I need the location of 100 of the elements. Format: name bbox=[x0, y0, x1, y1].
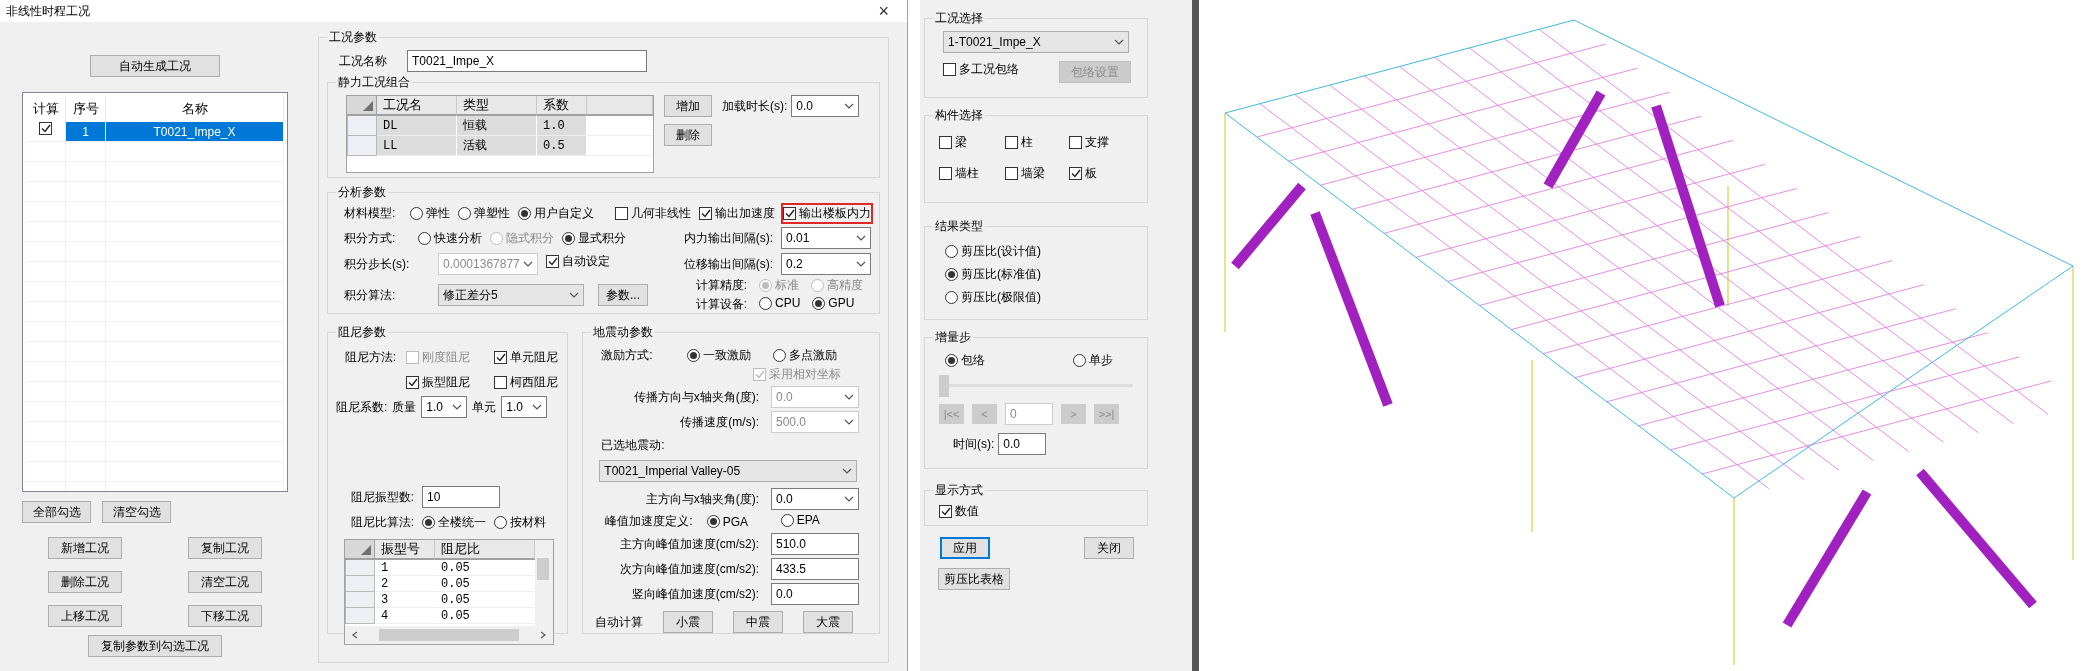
case-button[interactable]: 新增工况 bbox=[48, 537, 122, 559]
checkbox[interactable]: 几何非线性 bbox=[613, 203, 693, 224]
earthquake-level-button[interactable]: 大震 bbox=[803, 611, 854, 633]
dialog-button[interactable]: 应用 bbox=[940, 537, 990, 559]
chevron-down-icon bbox=[1114, 39, 1124, 45]
text-field[interactable]: 0.0 bbox=[998, 433, 1047, 455]
chevron-down-icon bbox=[844, 496, 854, 502]
table-cell: DL bbox=[377, 116, 457, 136]
group-title: 结果类型 bbox=[934, 218, 984, 235]
checkbox-icon bbox=[1069, 167, 1082, 180]
radio-option[interactable]: 弹性 bbox=[407, 203, 452, 224]
field-label: 传播方向与x轴夹角(度): bbox=[633, 388, 759, 406]
dropdown[interactable]: 0.01 bbox=[781, 227, 871, 249]
group-title: 增量步 bbox=[934, 329, 972, 346]
radio-option[interactable]: 包络 bbox=[943, 350, 987, 371]
table-cell: 0.05 bbox=[435, 560, 535, 576]
case-button[interactable]: 删除工况 bbox=[48, 571, 122, 593]
case-button[interactable]: 复制工况 bbox=[188, 537, 262, 559]
radio-option[interactable]: 剪压比(标准值) bbox=[943, 264, 1043, 285]
radio-option[interactable]: 一致激励 bbox=[685, 345, 754, 366]
table-cell: 1.0 bbox=[537, 116, 587, 136]
checkbox[interactable]: 输出加速度 bbox=[697, 203, 777, 224]
text-field[interactable]: 510.0 bbox=[771, 533, 859, 555]
field-label: 竖向峰值加速度(cm/s2): bbox=[631, 585, 759, 603]
dropdown[interactable]: 0.2 bbox=[781, 253, 871, 275]
field-label: 内力输出间隔(s): bbox=[683, 229, 773, 247]
radio-option[interactable]: PGA bbox=[704, 512, 751, 531]
case-button[interactable]: 下移工况 bbox=[188, 605, 262, 627]
text-field[interactable]: 0.0 bbox=[771, 583, 859, 605]
field-label: 主方向峰值加速度(cm/s2): bbox=[619, 535, 759, 553]
row-header[interactable] bbox=[345, 592, 375, 608]
scrollbar[interactable] bbox=[535, 540, 553, 626]
radio-option[interactable]: EPA bbox=[778, 511, 822, 530]
triangle-icon bbox=[361, 545, 371, 555]
row-header[interactable] bbox=[345, 560, 375, 576]
case-button[interactable]: 清空工况 bbox=[188, 571, 262, 593]
copy-params-button[interactable]: 复制参数到勾选工况 bbox=[88, 635, 222, 657]
dropdown[interactable]: 0.0 bbox=[791, 95, 860, 117]
radio-option[interactable]: 剪压比(极限值) bbox=[943, 287, 1043, 308]
radio-option[interactable]: CPU bbox=[757, 294, 803, 312]
earthquake-level-button[interactable]: 小震 bbox=[663, 611, 714, 633]
table-cell[interactable]: 1 bbox=[66, 122, 106, 141]
field-label: 已选地震动: bbox=[601, 437, 665, 454]
radio-option[interactable]: 剪压比(设计值) bbox=[943, 241, 1043, 262]
close-button[interactable]: × bbox=[866, 0, 901, 22]
checkbox-icon bbox=[943, 63, 956, 76]
checkbox[interactable] bbox=[37, 120, 54, 137]
radio-option[interactable]: 用户自定义 bbox=[515, 203, 596, 224]
params-button[interactable]: 参数... bbox=[598, 284, 648, 306]
radio-option[interactable]: 单步 bbox=[1071, 350, 1115, 371]
earthquake-level-button[interactable]: 中震 bbox=[733, 611, 784, 633]
scrollbar[interactable] bbox=[345, 626, 553, 644]
scrollbar-thumb[interactable] bbox=[379, 629, 519, 641]
row-header[interactable] bbox=[347, 136, 377, 156]
radio-option[interactable]: 按材料 bbox=[492, 512, 548, 533]
dropdown[interactable]: 1.0 bbox=[421, 396, 468, 418]
table-cell: 0.5 bbox=[537, 136, 587, 156]
radio-option[interactable]: 多点激励 bbox=[771, 345, 840, 366]
text-field[interactable]: 433.5 bbox=[771, 558, 859, 580]
text-field[interactable]: T0021_Impe_X bbox=[407, 50, 647, 72]
triangle-icon bbox=[363, 101, 373, 111]
text-field[interactable]: 10 bbox=[422, 486, 500, 508]
dropdown[interactable]: 修正差分5 bbox=[438, 284, 584, 306]
checkbox[interactable]: 输出楼板内力 bbox=[781, 203, 873, 224]
radio-option[interactable]: 显式积分 bbox=[560, 227, 628, 249]
dropdown[interactable]: 1.0 bbox=[501, 396, 548, 418]
table-button[interactable]: 剪压比表格 bbox=[938, 568, 1010, 590]
table-cell[interactable]: T0021_Impe_X bbox=[106, 122, 284, 141]
case-button[interactable]: 上移工况 bbox=[48, 605, 122, 627]
auto-generate-button[interactable]: 自动生成工况 bbox=[90, 55, 220, 77]
radio-option[interactable]: 快速分析 bbox=[416, 227, 484, 249]
checkbox[interactable]: 数值 bbox=[937, 501, 981, 522]
table-cell: 4 bbox=[375, 608, 435, 624]
text-field[interactable]: 0 bbox=[1005, 403, 1053, 425]
checkbox-icon bbox=[494, 376, 507, 389]
select-button[interactable]: 清空勾选 bbox=[102, 501, 171, 523]
field-label: 加载时长(s): bbox=[722, 97, 788, 115]
dropdown[interactable]: 0.0 bbox=[771, 488, 859, 510]
row-header[interactable] bbox=[347, 116, 377, 136]
slider-thumb[interactable] bbox=[939, 375, 949, 397]
field-label: 阻尼方法: bbox=[343, 349, 396, 366]
field-label: 激励方式: bbox=[601, 347, 654, 364]
table-button[interactable]: 删除 bbox=[664, 124, 712, 146]
column-header: 工况名 bbox=[377, 96, 457, 116]
scrollbar-thumb[interactable] bbox=[537, 558, 549, 580]
table-button[interactable]: 增加 bbox=[664, 95, 712, 117]
checkbox-icon bbox=[1005, 167, 1018, 180]
field-label: 主方向与x轴夹角(度): bbox=[645, 490, 759, 508]
radio-option[interactable]: GPU bbox=[810, 294, 857, 312]
radio-option[interactable]: 全楼统一 bbox=[420, 512, 488, 533]
dropdown[interactable]: 1-T0021_Impe_X bbox=[943, 31, 1129, 53]
dropdown[interactable]: T0021_Imperial Valley-05 bbox=[599, 460, 858, 482]
dialog-button[interactable]: 关闭 bbox=[1084, 537, 1134, 559]
row-header[interactable] bbox=[345, 576, 375, 592]
checkbox[interactable]: 自动设定 bbox=[544, 251, 612, 272]
row-header[interactable] bbox=[345, 608, 375, 624]
radio-option[interactable]: 弹塑性 bbox=[455, 203, 512, 224]
checkbox[interactable]: 多工况包络 bbox=[941, 59, 1021, 80]
select-button[interactable]: 全部勾选 bbox=[22, 501, 91, 523]
checkbox-icon bbox=[939, 167, 952, 180]
